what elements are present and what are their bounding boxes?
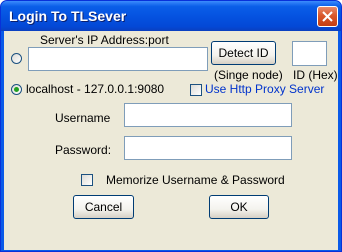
proxy-label[interactable]: Use Http Proxy Server — [205, 82, 324, 96]
window-title: Login To TLSever — [9, 8, 127, 24]
localhost-radio[interactable] — [11, 84, 22, 95]
detect-note: (Singe node) — [214, 68, 283, 82]
cancel-button[interactable]: Cancel — [73, 195, 134, 219]
memorize-checkbox[interactable] — [81, 174, 93, 186]
password-label: Password: — [55, 143, 112, 157]
login-dialog: Login To TLSever Server's IP Address:por… — [0, 0, 342, 252]
memorize-label[interactable]: Memorize Username & Password — [106, 173, 285, 187]
id-hex-label: ID (Hex) — [293, 68, 338, 82]
username-input[interactable] — [124, 103, 292, 127]
proxy-checkbox[interactable] — [190, 84, 202, 96]
dialog-body: Server's IP Address:port Detect ID (Sing… — [4, 31, 338, 250]
localhost-label[interactable]: localhost - 127.0.0.1:9080 — [26, 82, 164, 96]
ok-button[interactable]: OK — [209, 195, 269, 219]
detect-id-button[interactable]: Detect ID — [211, 41, 276, 65]
close-button[interactable] — [317, 6, 338, 27]
close-icon — [322, 11, 333, 22]
username-label: Username — [55, 111, 111, 125]
password-input[interactable] — [124, 136, 292, 160]
server-ip-label: Server's IP Address:port — [40, 33, 169, 47]
title-bar[interactable]: Login To TLSever — [1, 1, 341, 31]
server-ip-input[interactable] — [28, 47, 208, 71]
id-hex-input[interactable] — [292, 41, 327, 66]
server-ip-radio[interactable] — [11, 53, 22, 64]
